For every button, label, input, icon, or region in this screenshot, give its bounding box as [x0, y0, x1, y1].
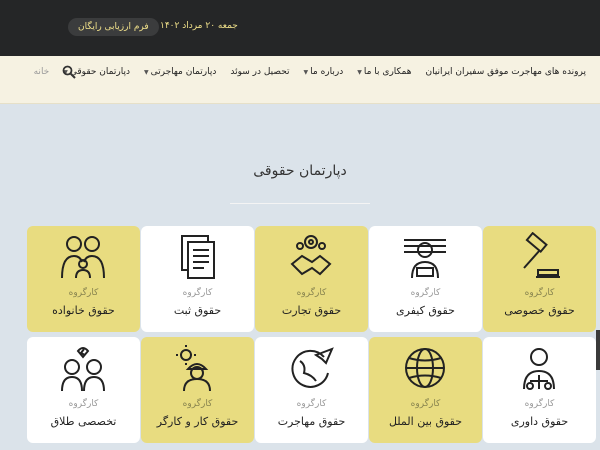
card-title: حقوق ثبت: [173, 304, 222, 317]
card-title: تخصصی طلاق: [50, 415, 117, 428]
nav-item-label: همکاری با ما: [363, 67, 412, 77]
card-title: حقوق تجارت: [281, 304, 342, 317]
card-arbitration-law[interactable]: کارگروه حقوق داوری: [483, 337, 596, 443]
nav-item-label: دپارتمان مهاجرتی: [150, 67, 217, 77]
nav-item-about[interactable]: درباره ما ▼: [304, 67, 344, 77]
card-commercial-law[interactable]: کارگروه حقوق تجارت: [255, 226, 368, 332]
card-title: حقوق خانواده: [52, 304, 115, 317]
card-title: حقوق خصوصی: [504, 304, 575, 317]
card-subtitle: کارگروه: [410, 399, 441, 409]
card-subtitle: کارگروه: [182, 399, 213, 409]
plane-globe-icon: [291, 347, 334, 388]
nav-item-label: پرونده های مهاجرت موفق سفیران ایرانیان: [425, 67, 586, 77]
top-bar: جمعه ۲۰ مرداد ۱۴۰۲ فرم ارزیابی رایگان: [0, 0, 600, 56]
nav-item-label: درباره ما: [310, 67, 344, 77]
card-title: حقوق کار و کارگر: [156, 415, 239, 428]
gavel-icon: [523, 232, 560, 278]
nav-item-label: خانه: [33, 67, 50, 77]
card-subtitle: کارگروه: [524, 288, 555, 298]
document-icon: [181, 235, 215, 279]
card-subtitle: کارگروه: [68, 288, 99, 298]
search-icon[interactable]: [62, 65, 76, 79]
current-date: جمعه ۲۰ مرداد ۱۴۰۲: [160, 21, 238, 31]
card-private-law[interactable]: کارگروه حقوق خصوصی: [483, 226, 596, 332]
card-criminal-law[interactable]: کارگروه حقوق کیفری: [369, 226, 482, 332]
side-widget-edge[interactable]: [596, 330, 600, 370]
nav-item-home[interactable]: خانه: [34, 67, 50, 77]
free-evaluation-button[interactable]: فرم ارزیابی رایگان: [68, 18, 159, 36]
nav-item-immigration[interactable]: دپارتمان مهاجرتی ▼: [144, 67, 216, 77]
worker-icon: [176, 345, 211, 392]
card-subtitle: کارگروه: [296, 288, 327, 298]
section-title: دپارتمان حقوقی: [253, 163, 347, 179]
chevron-down-icon: ▼: [143, 68, 149, 76]
judge-icon: [523, 348, 555, 390]
nav-item-study-sweden[interactable]: تحصیل در سوئد: [230, 67, 289, 77]
card-title: حقوق داوری: [510, 415, 569, 428]
card-immigration-law[interactable]: کارگروه حقوق مهاجرت: [255, 337, 368, 443]
divorce-icon: [61, 347, 105, 392]
nav-item-label: دپارتمان حقوقی: [69, 67, 130, 77]
card-title: حقوق کیفری: [396, 304, 455, 317]
card-subtitle: کارگروه: [182, 288, 213, 298]
chevron-down-icon: ▼: [357, 68, 362, 76]
nav-item-cooperate[interactable]: همکاری با ما ▼: [357, 67, 411, 77]
handshake-icon: [290, 235, 332, 276]
card-subtitle: کارگروه: [410, 288, 441, 298]
main-navigation: خانه دپارتمان حقوقی ▼ دپارتمان مهاجرتی ▼ ت…: [0, 56, 600, 104]
nav-item-success-cases[interactable]: پرونده های مهاجرت موفق سفیران ایرانیان: [425, 67, 586, 77]
card-subtitle: کارگروه: [68, 399, 99, 409]
card-title: حقوق بین الملل: [388, 415, 463, 428]
card-subtitle: کارگروه: [524, 399, 555, 409]
card-title: حقوق مهاجرت: [277, 415, 346, 428]
globe-icon: [405, 348, 445, 388]
family-icon: [61, 236, 105, 279]
nav-item-label: تحصیل در سوئد: [230, 67, 290, 77]
card-international-law[interactable]: کارگروه حقوق بین الملل: [369, 337, 482, 443]
title-divider: [230, 203, 370, 204]
prisoner-icon: [404, 239, 446, 279]
card-labor-law[interactable]: کارگروه حقوق کار و کارگر: [141, 337, 254, 443]
nav-menu: خانه دپارتمان حقوقی ▼ دپارتمان مهاجرتی ▼ ت…: [20, 56, 600, 88]
card-divorce-law[interactable]: کارگروه تخصصی طلاق: [27, 337, 140, 443]
card-family-law[interactable]: کارگروه حقوق خانواده: [27, 226, 140, 332]
card-registration-law[interactable]: کارگروه حقوق ثبت: [141, 226, 254, 332]
chevron-down-icon: ▼: [303, 68, 309, 76]
card-subtitle: کارگروه: [296, 399, 327, 409]
